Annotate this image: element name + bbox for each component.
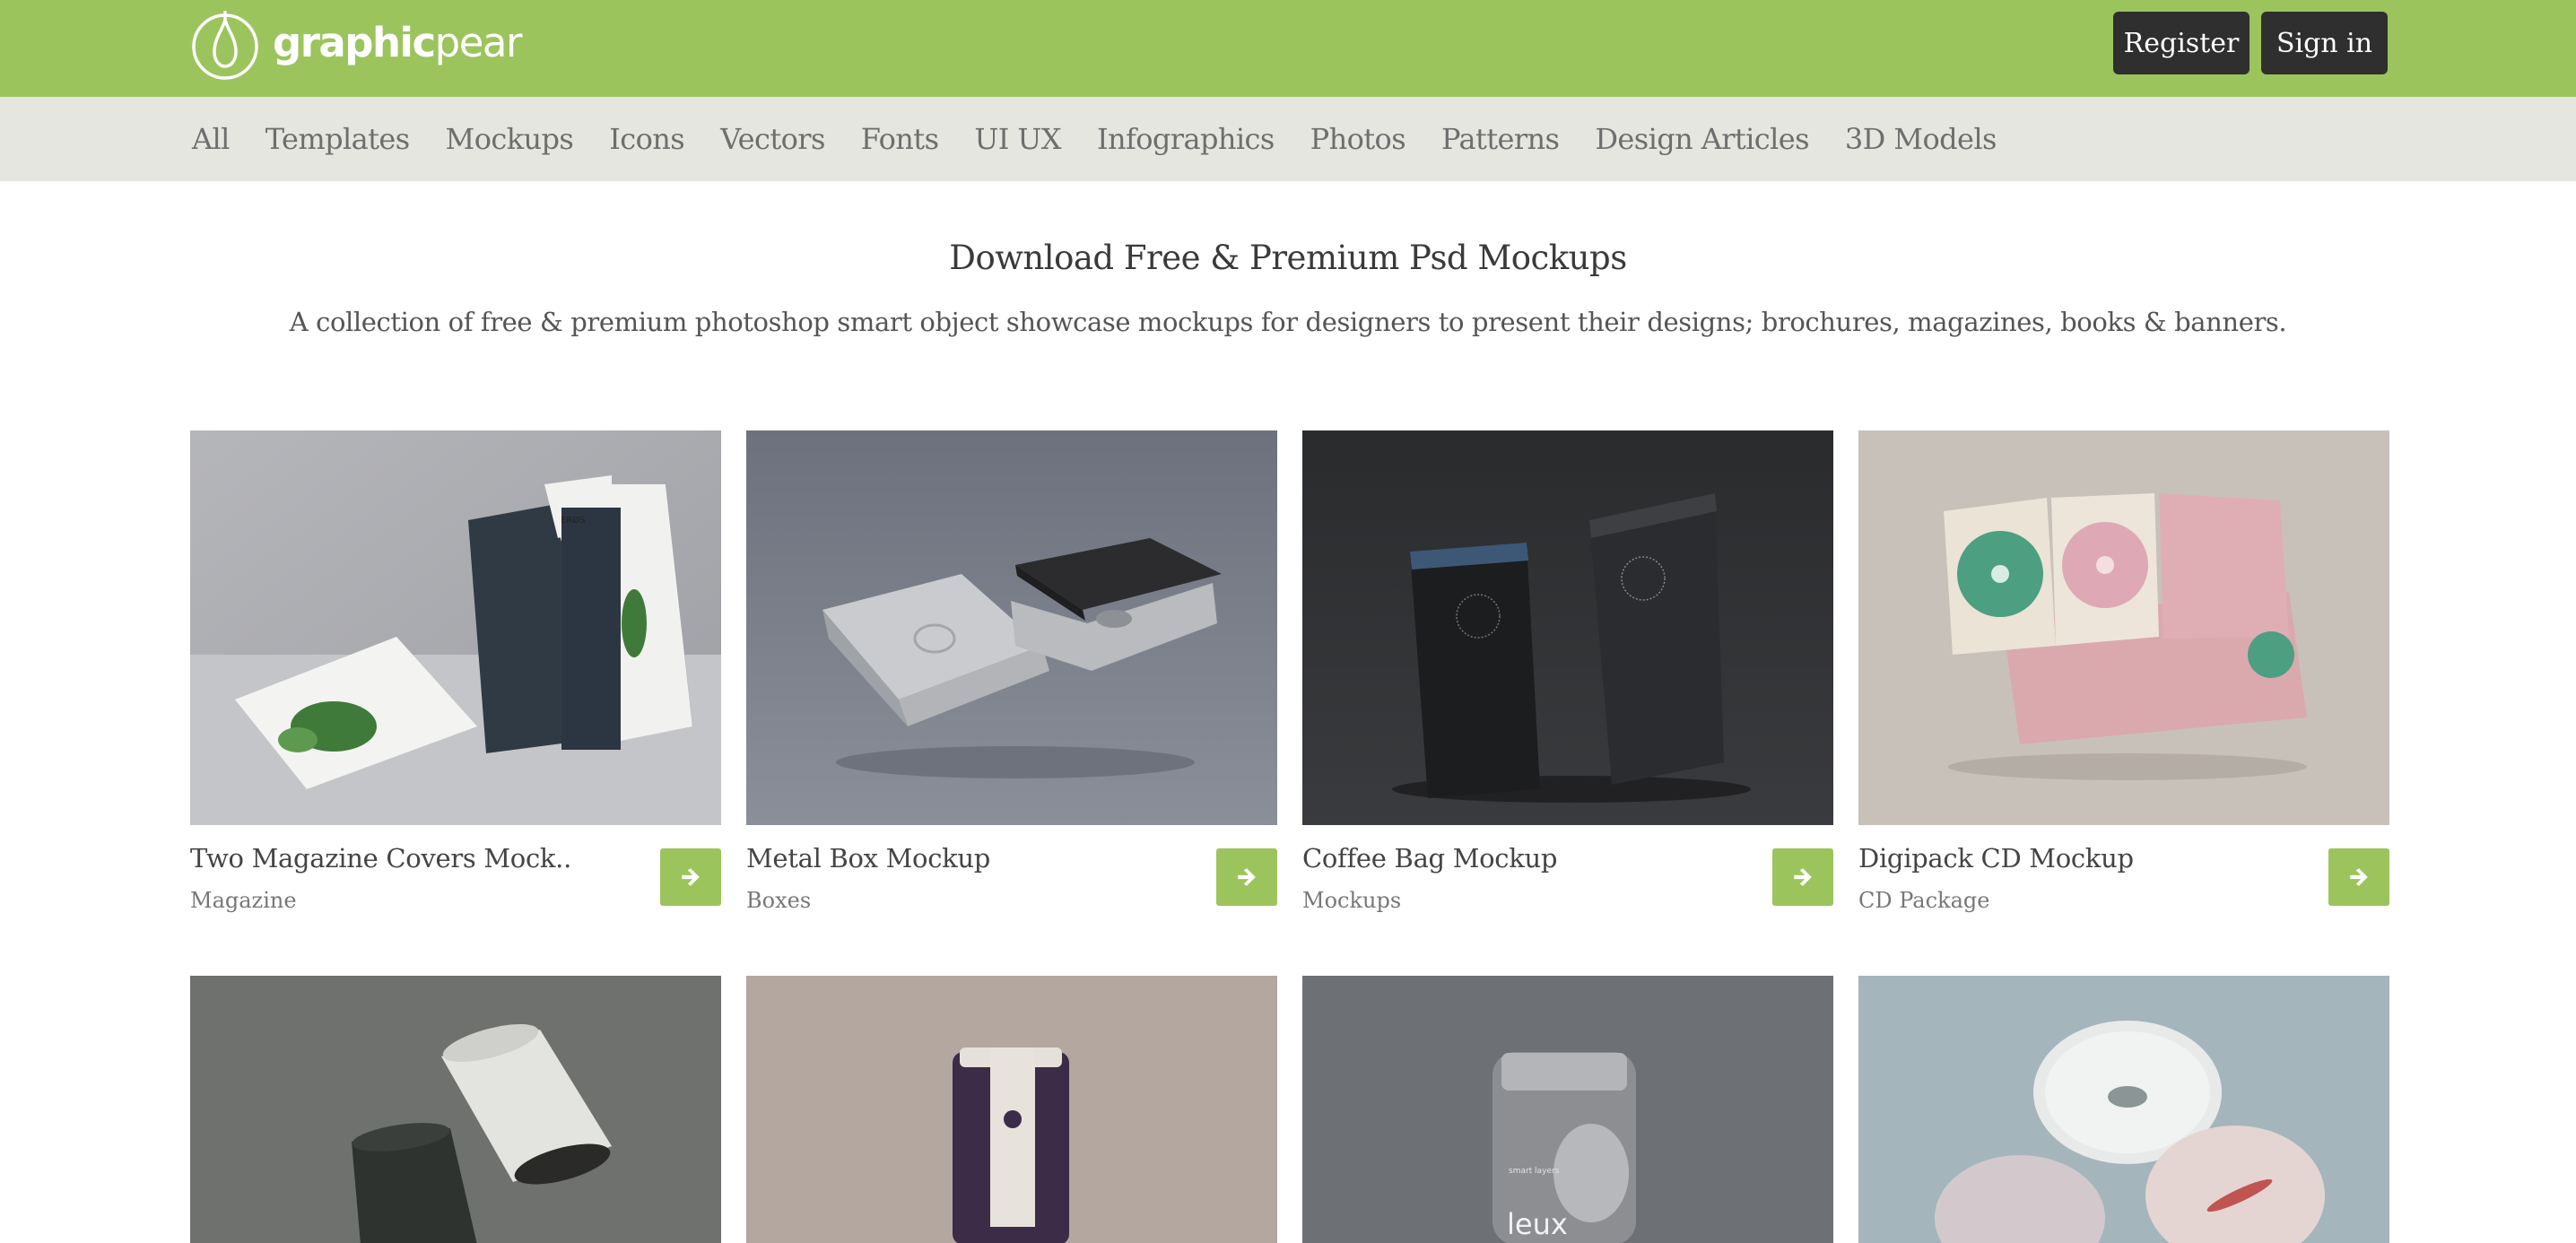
nav-item-patterns[interactable]: Patterns (1441, 122, 1560, 156)
logo-text-light: pear (434, 18, 523, 66)
card-thumbnail-coffee-bag[interactable] (1302, 430, 1833, 825)
mockup-card: Metal Box Mockup Boxes (746, 430, 1277, 913)
nav-item-infographics[interactable]: Infographics (1097, 122, 1275, 156)
jar-label-brand: leux (1507, 1207, 1568, 1241)
nav-item-fonts[interactable]: Fonts (861, 122, 939, 156)
page-subtitle: A collection of free & premium photoshop… (289, 307, 2287, 337)
page-title: Download Free & Premium Psd Mockups (949, 239, 1627, 277)
card-category[interactable]: Magazine (190, 888, 297, 913)
magazine-cover-text: ERØS (561, 515, 586, 526)
top-header-bar: graphicpear Register Sign in (0, 0, 2576, 97)
mockup-card-partial (746, 976, 1277, 1243)
card-title[interactable]: Metal Box Mockup (746, 843, 990, 874)
card-thumbnail-plates[interactable] (1858, 976, 2389, 1243)
card-thumbnail-tea-tins[interactable] (190, 976, 721, 1243)
mockup-card-partial: smart layers leux (1302, 976, 1833, 1243)
open-card-button[interactable] (660, 848, 721, 906)
nav-item-mockups[interactable]: Mockups (446, 122, 574, 156)
card-category[interactable]: Boxes (746, 888, 811, 913)
nav-item-design-articles[interactable]: Design Articles (1595, 122, 1809, 156)
card-title[interactable]: Two Magazine Covers Mock.. (190, 843, 571, 874)
open-card-button[interactable] (2328, 848, 2389, 906)
mockup-card: ERØS Two Magazine Covers Mock.. Magazine (190, 430, 721, 913)
card-title[interactable]: Coffee Bag Mockup (1302, 843, 1557, 874)
card-title[interactable]: Digipack CD Mockup (1858, 843, 2134, 874)
open-card-button[interactable] (1772, 848, 1833, 906)
nav-item-photos[interactable]: Photos (1310, 122, 1406, 156)
nav-item-ui-ux[interactable]: UI UX (974, 122, 1061, 156)
mockup-card-partial (1858, 976, 2389, 1243)
nav-item-all[interactable]: All (192, 122, 230, 156)
sign-in-button[interactable]: Sign in (2261, 12, 2388, 74)
mockup-card-partial (190, 976, 721, 1243)
nav-item-vectors[interactable]: Vectors (720, 122, 825, 156)
mockup-card: Coffee Bag Mockup Mockups (1302, 430, 1833, 913)
arrow-right-icon (2350, 868, 2368, 886)
card-thumbnail-supplement-jar[interactable]: smart layers leux (1302, 976, 1833, 1243)
nav-item-3d-models[interactable]: 3D Models (1845, 122, 1997, 156)
card-thumbnail-metal-box[interactable] (746, 430, 1277, 825)
register-button[interactable]: Register (2113, 12, 2250, 74)
card-category[interactable]: Mockups (1302, 888, 1401, 913)
mockup-card: Digipack CD Mockup CD Package (1858, 430, 2389, 913)
pear-logo-icon (192, 11, 258, 80)
jar-label-small: smart layers (1509, 1167, 1560, 1176)
card-thumbnail-magazine[interactable]: ERØS (190, 430, 721, 825)
open-card-button[interactable] (1216, 848, 1277, 906)
card-category[interactable]: CD Package (1858, 888, 1989, 913)
logo-wordmark: graphicpear (273, 18, 523, 66)
arrow-right-icon (682, 868, 700, 886)
logo-text-bold: graphic (273, 18, 436, 66)
arrow-right-icon (1238, 868, 1256, 886)
card-thumbnail-digipack[interactable] (1858, 430, 2389, 825)
nav-item-templates[interactable]: Templates (265, 122, 410, 156)
card-thumbnail-jar[interactable] (746, 976, 1277, 1243)
site-logo[interactable]: graphicpear (190, 7, 523, 81)
arrow-right-icon (1794, 868, 1812, 886)
nav-list: All Templates Mockups Icons Vectors Font… (192, 97, 1997, 181)
nav-item-icons[interactable]: Icons (609, 122, 684, 156)
category-nav: All Templates Mockups Icons Vectors Font… (0, 97, 2576, 181)
